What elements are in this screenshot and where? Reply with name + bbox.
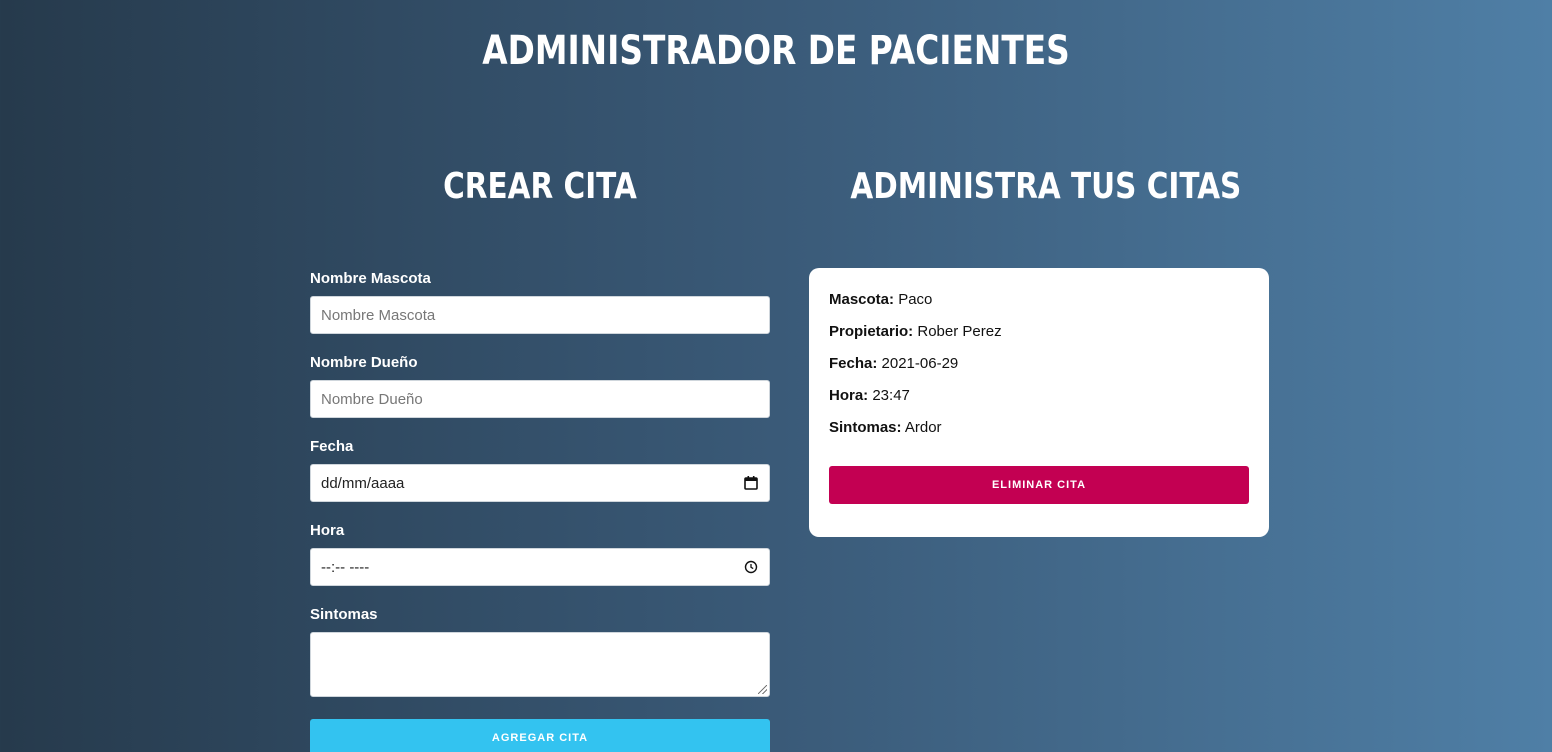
appointment-owner: Propietario: Rober Perez xyxy=(829,322,1249,354)
add-appointment-button[interactable]: AGREGAR CITA xyxy=(310,719,770,752)
clock-icon[interactable] xyxy=(743,559,759,575)
symptoms-label: Sintomas xyxy=(310,606,378,623)
appointment-time-value: 23:47 xyxy=(872,387,910,404)
time-field-group: Hora --:-- ---- xyxy=(310,522,770,586)
appointment-card: Mascota: Paco Propietario: Rober Perez F… xyxy=(809,268,1269,537)
pet-name-input[interactable]: Nombre Mascota xyxy=(310,296,770,334)
textarea-resize-handle[interactable] xyxy=(758,685,767,694)
page-title: ADMINISTRADOR DE PACIENTES xyxy=(482,28,1070,74)
symptoms-textarea[interactable] xyxy=(310,632,770,697)
owner-name-placeholder: Nombre Dueño xyxy=(321,390,423,408)
manage-appointments-title: ADMINISTRA TUS CITAS xyxy=(850,166,1242,207)
create-appointment-title: CREAR CITA xyxy=(443,166,637,207)
appointment-form: Nombre Mascota Nombre Mascota Nombre Due… xyxy=(310,270,770,752)
pet-name-placeholder: Nombre Mascota xyxy=(321,306,436,324)
appointment-time: Hora: 23:47 xyxy=(829,386,1249,418)
appointment-symptoms: Sintomas: Ardor xyxy=(829,418,1249,450)
appointment-owner-label: Propietario: xyxy=(829,323,914,340)
appointment-pet-value: Paco xyxy=(898,291,933,308)
calendar-icon[interactable] xyxy=(743,475,759,491)
appointment-date-value: 2021-06-29 xyxy=(881,355,959,372)
owner-name-field-group: Nombre Dueño Nombre Dueño xyxy=(310,354,770,418)
time-label: Hora xyxy=(310,522,345,539)
owner-name-input[interactable]: Nombre Dueño xyxy=(310,380,770,418)
time-input-value: --:-- ---- xyxy=(321,558,370,576)
appointment-owner-value: Rober Perez xyxy=(917,323,1002,340)
symptoms-field-group: Sintomas xyxy=(310,606,770,697)
owner-name-label: Nombre Dueño xyxy=(310,354,418,371)
appointment-date: Fecha: 2021-06-29 xyxy=(829,354,1249,386)
appointment-symptoms-value: Ardor xyxy=(904,419,942,436)
date-input-value: dd/mm/aaaa xyxy=(321,474,405,492)
appointment-pet: Mascota: Paco xyxy=(829,290,1249,322)
appointment-time-label: Hora: xyxy=(829,387,869,404)
date-field-group: Fecha dd/mm/aaaa xyxy=(310,438,770,502)
appointment-date-label: Fecha: xyxy=(829,355,878,372)
pet-name-field-group: Nombre Mascota Nombre Mascota xyxy=(310,270,770,334)
time-input[interactable]: --:-- ---- xyxy=(310,548,770,586)
delete-appointment-button[interactable]: ELIMINAR CITA xyxy=(829,466,1249,504)
date-label: Fecha xyxy=(310,438,354,455)
pet-name-label: Nombre Mascota xyxy=(310,270,431,287)
date-input[interactable]: dd/mm/aaaa xyxy=(310,464,770,502)
appointment-pet-label: Mascota: xyxy=(829,291,895,308)
appointment-symptoms-label: Sintomas: xyxy=(829,419,902,436)
